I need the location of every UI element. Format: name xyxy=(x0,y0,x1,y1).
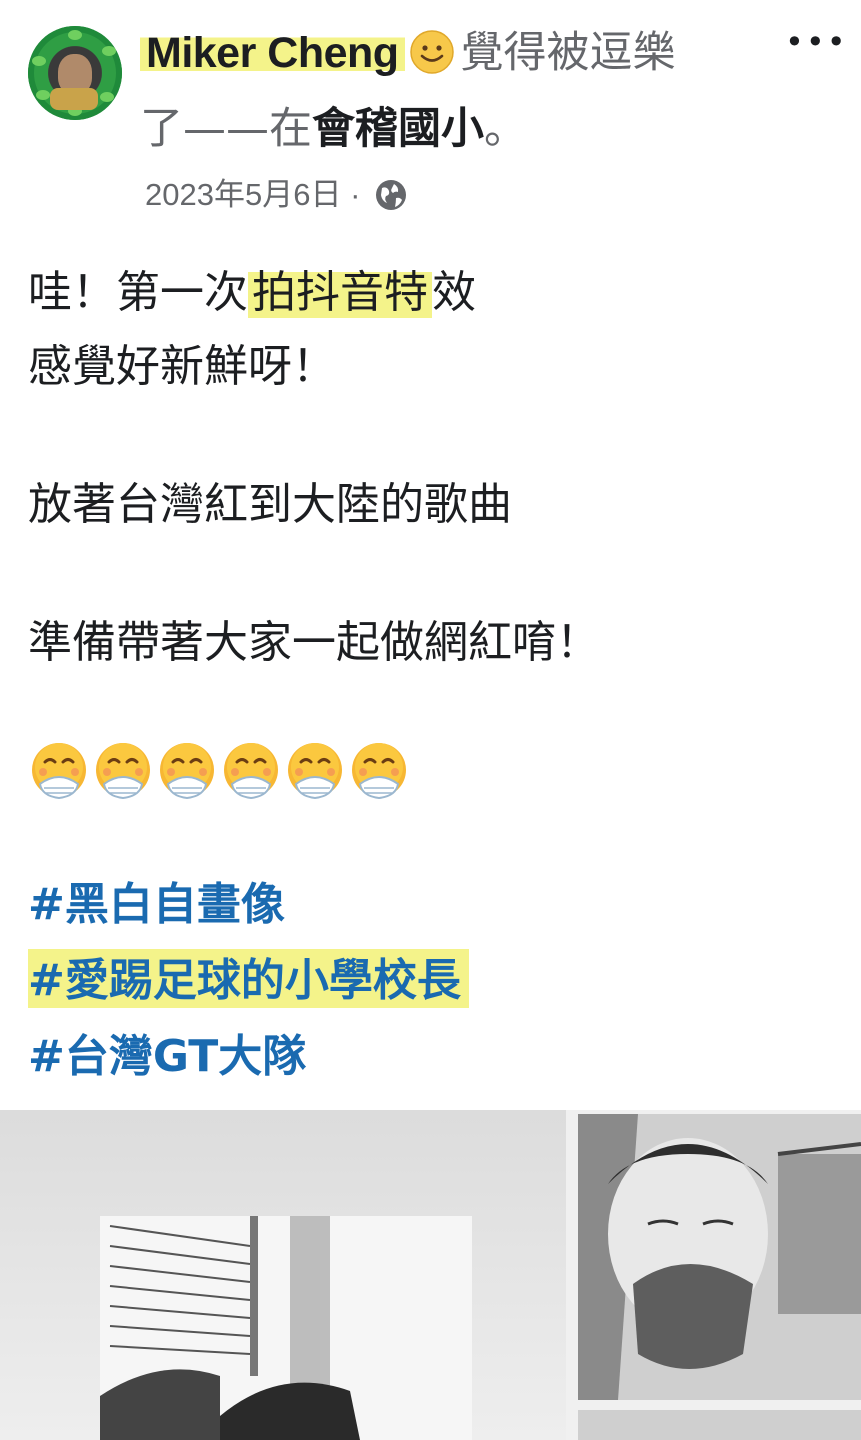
post-date[interactable]: 2023年5月6日 xyxy=(145,177,341,212)
emoji-row xyxy=(28,740,410,804)
face-with-hand-over-mouth-icon xyxy=(224,743,278,800)
photo-2[interactable] xyxy=(578,1114,861,1400)
post-meta: 2023年5月6日 · xyxy=(145,170,407,220)
face-with-hand-over-mouth-icon xyxy=(32,743,86,800)
profile-avatar[interactable] xyxy=(28,26,122,120)
sketch-photo-masked-face xyxy=(578,1114,861,1400)
photo-3[interactable] xyxy=(578,1410,861,1440)
more-options-button[interactable]: ••• xyxy=(785,26,846,58)
post-line-1: 哇！第一次拍抖音特效 xyxy=(28,256,476,320)
photo-1[interactable] xyxy=(0,1110,566,1440)
feeling-text-continued: 了——在 xyxy=(140,104,312,154)
face-with-hand-over-mouth-icon xyxy=(352,743,406,800)
hashtag-link[interactable]: #台灣GT大隊 xyxy=(28,1020,306,1084)
location-suffix: 。 xyxy=(484,104,527,154)
globe-icon xyxy=(376,179,407,210)
sketch-photo-building xyxy=(100,1216,472,1440)
photo-grid xyxy=(0,1110,861,1440)
slightly-smiling-face-icon xyxy=(409,29,454,74)
hashtag-link[interactable]: #黑白自畫像 xyxy=(28,868,285,932)
location-link[interactable]: 會稽國小 xyxy=(312,104,484,154)
post-line-4: 準備帶著大家一起做網紅唷！ xyxy=(28,617,600,668)
face-with-hand-over-mouth-icon xyxy=(288,743,342,800)
post-line-2: 感覺好新鮮呀！ xyxy=(28,341,336,392)
post-header: Miker Cheng 覺得被逗樂 xyxy=(140,20,676,86)
meta-separator: · xyxy=(350,177,361,212)
author-name[interactable]: Miker Cheng xyxy=(140,29,405,77)
highlighted-phrase: 拍抖音特 xyxy=(248,267,432,318)
post-line-1-start: 哇！第一次 xyxy=(28,267,248,318)
face-with-hand-over-mouth-icon xyxy=(96,743,150,800)
post-line-3: 放著台灣紅到大陸的歌曲 xyxy=(28,479,512,530)
face-with-hand-over-mouth-icon xyxy=(160,743,214,800)
post-line-1-end: 效 xyxy=(432,267,476,318)
post-header-line2: 了——在會稽國小。 xyxy=(140,98,527,160)
feeling-text: 覺得被逗樂 xyxy=(460,28,676,78)
hashtag-link[interactable]: #愛踢足球的小學校長 xyxy=(28,944,469,1008)
